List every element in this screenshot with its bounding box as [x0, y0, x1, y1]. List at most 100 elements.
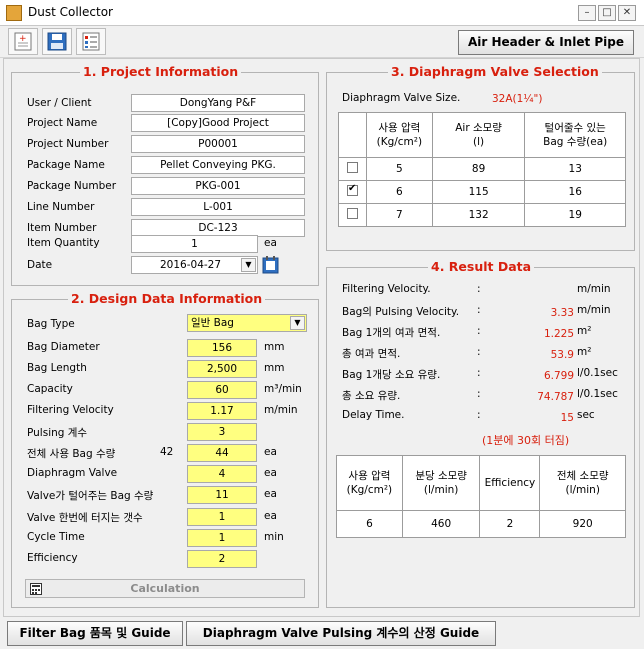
- result-row-label: Bag의 Pulsing Velocity.: [342, 306, 460, 318]
- design-row-label: Pulsing 계수: [27, 427, 88, 439]
- calendar-icon[interactable]: [262, 255, 280, 275]
- minimize-button[interactable]: –: [578, 5, 596, 21]
- result-row-separator: :: [477, 388, 481, 400]
- project-field-label: User / Client: [27, 97, 92, 109]
- pressure-header: 사용 압력 (Kg/cm²): [365, 112, 433, 158]
- design-row-input[interactable]: 60: [187, 381, 257, 399]
- project-field-label: Item Number: [27, 222, 97, 234]
- valve-row-checkbox-cell: [338, 157, 367, 181]
- result-pressure-header: 사용 압력 (Kg/cm²): [336, 455, 403, 511]
- item-quantity-field[interactable]: 1: [131, 235, 258, 253]
- valve-row-air: 115: [431, 180, 526, 204]
- design-row-input[interactable]: 2,500: [187, 360, 257, 378]
- list-button[interactable]: [76, 28, 106, 55]
- close-button[interactable]: ✕: [618, 5, 636, 21]
- result-row-separator: :: [477, 325, 481, 337]
- date-value: 2016-04-27: [160, 259, 222, 271]
- result-total-cell: 920: [539, 510, 626, 538]
- project-field-input[interactable]: DongYang P&F: [131, 94, 305, 112]
- design-row-input[interactable]: 2: [187, 550, 257, 568]
- valve-row-checkbox-cell: [338, 203, 367, 227]
- window-title: Dust Collector: [28, 5, 113, 19]
- calculator-icon: [30, 583, 42, 595]
- design-row-unit: ea: [264, 446, 277, 458]
- maximize-button[interactable]: □: [598, 5, 616, 21]
- design-row-label: Valve 한번에 터지는 갯수: [27, 512, 143, 524]
- new-document-button[interactable]: +: [8, 28, 38, 55]
- result-row-label: Filtering Velocity.: [342, 283, 431, 295]
- project-field-label: Line Number: [27, 201, 95, 213]
- design-row-unit: mm: [264, 341, 285, 353]
- design-row-label: Filtering Velocity: [27, 404, 114, 416]
- valve-row-checkbox[interactable]: [346, 183, 358, 196]
- svg-text:+: +: [19, 34, 27, 44]
- project-field-input[interactable]: [Copy]Good Project: [131, 114, 305, 132]
- project-field-label: Package Name: [27, 159, 105, 171]
- bag-type-label: Bag Type: [27, 318, 75, 330]
- result-row-unit: l/0.1sec: [577, 367, 618, 379]
- result-row-unit: m²: [577, 346, 592, 358]
- bag-type-dropdown-icon[interactable]: ▼: [290, 316, 305, 330]
- design-row-label: Bag Diameter: [27, 341, 100, 353]
- design-row-input[interactable]: 1: [187, 529, 257, 547]
- design-row-input[interactable]: 44: [187, 444, 257, 462]
- result-row-unit: m²: [577, 325, 592, 337]
- valve-row-checkbox[interactable]: [346, 162, 358, 173]
- design-row-unit: ea: [264, 510, 277, 522]
- design-row-extra: 42: [160, 446, 174, 458]
- diaphragm-valve-title: 3. Diaphragm Valve Selection: [388, 64, 602, 79]
- design-row-input[interactable]: 1.17: [187, 402, 257, 420]
- result-row-value: 3.33: [550, 307, 574, 319]
- project-field-input[interactable]: P00001: [131, 135, 305, 153]
- valve-table-header: 사용 압력 (Kg/cm²) Air 소모량 (l) 털어줄수 있는 Bag 수…: [338, 112, 626, 158]
- date-label: Date: [27, 259, 53, 271]
- calculation-button[interactable]: Calculation: [25, 579, 305, 598]
- date-dropdown-arrow-icon[interactable]: ▼: [241, 258, 256, 272]
- filter-bag-guide-button[interactable]: Filter Bag 품목 및 Guide: [7, 621, 183, 646]
- result-note: (1분에 30회 터짐): [482, 434, 570, 447]
- valve-size-label: Diaphragm Valve Size.: [342, 92, 461, 104]
- design-row-input[interactable]: 11: [187, 486, 257, 504]
- project-field-input[interactable]: PKG-001: [131, 177, 305, 195]
- valve-row-bags: 19: [524, 203, 626, 227]
- valve-row-bags: 13: [524, 157, 626, 181]
- air-header-inlet-pipe-button[interactable]: Air Header & Inlet Pipe: [458, 30, 634, 55]
- bag-type-value: 일반 Bag: [191, 317, 234, 329]
- pulsing-guide-button[interactable]: Diaphragm Valve Pulsing 계수의 산정 Guide: [186, 621, 496, 646]
- valve-row-bags: 16: [524, 180, 626, 204]
- result-row-value: 15: [560, 412, 574, 424]
- item-quantity-unit: ea: [264, 237, 277, 249]
- design-row-label: Efficiency: [27, 552, 78, 564]
- title-bar: Dust Collector – □ ✕: [0, 0, 644, 26]
- valve-row-checkbox[interactable]: [346, 208, 358, 219]
- design-row-unit: m³/min: [264, 383, 302, 395]
- project-field-label: Project Number: [27, 138, 109, 150]
- result-table-row: 6 460 2 920: [336, 510, 626, 538]
- result-total-header: 전체 소모량 (l/min): [539, 455, 626, 511]
- valve-row-air: 132: [431, 203, 526, 227]
- valve-row-air: 89: [431, 157, 526, 181]
- date-picker[interactable]: 2016-04-27: [131, 256, 258, 274]
- result-row-value: 53.9: [550, 349, 574, 361]
- result-row-value: 1.225: [543, 328, 574, 340]
- result-row-label: 총 여과 면적.: [342, 348, 401, 360]
- bag-type-select[interactable]: 일반 Bag: [187, 314, 307, 332]
- result-row-unit: m/min: [577, 304, 611, 316]
- save-button[interactable]: [42, 28, 72, 55]
- design-row-input[interactable]: 3: [187, 423, 257, 441]
- design-row-input[interactable]: 156: [187, 339, 257, 357]
- result-pressure-cell: 6: [336, 510, 403, 538]
- design-row-input[interactable]: 1: [187, 508, 257, 526]
- result-row-separator: :: [477, 409, 481, 421]
- result-row-separator: :: [477, 304, 481, 316]
- project-field-input[interactable]: Pellet Conveying PKG.: [131, 156, 305, 174]
- result-row-separator: :: [477, 367, 481, 379]
- result-efficiency-header: Efficiency: [479, 455, 541, 511]
- design-row-unit: min: [264, 531, 284, 543]
- design-row-input[interactable]: 4: [187, 465, 257, 483]
- design-row-label: Bag Length: [27, 362, 87, 374]
- item-quantity-label: Item Quantity: [27, 237, 100, 249]
- result-row-unit: l/0.1sec: [577, 388, 618, 400]
- project-field-input[interactable]: L-001: [131, 198, 305, 216]
- result-per-minute-header: 분당 소모량 (l/min): [401, 455, 481, 511]
